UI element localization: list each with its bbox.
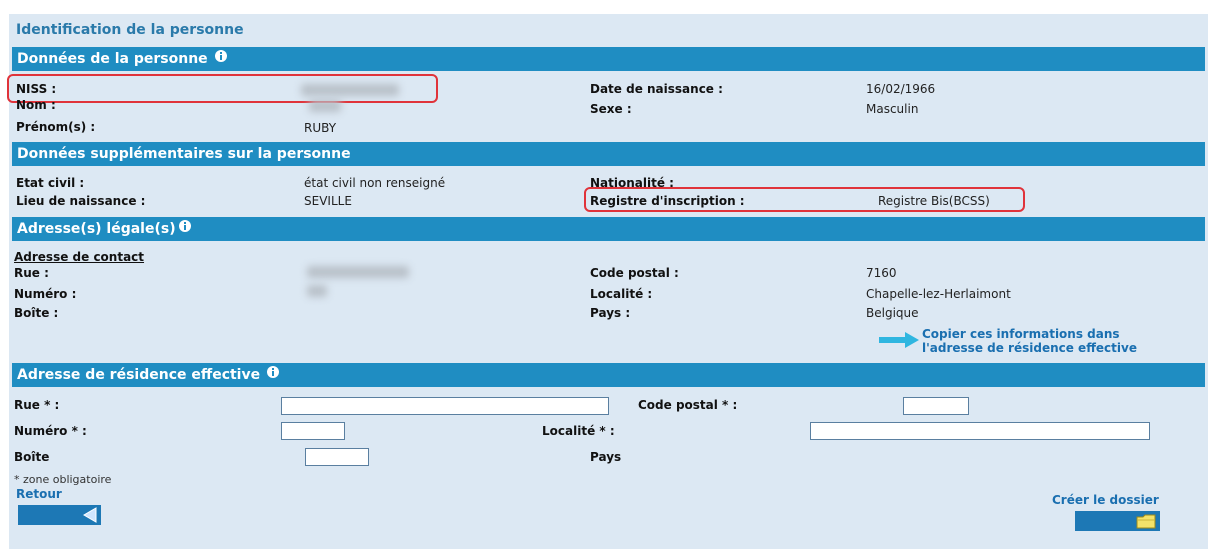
residence-code-postal-label: Code postal * : — [638, 398, 738, 412]
numero-input[interactable] — [281, 422, 345, 440]
prenom-value: RUBY — [304, 121, 337, 135]
pays-value: Belgique — [866, 306, 919, 320]
section-header-residence: Adresse de résidence effective — [12, 363, 1205, 387]
page-title: Identification de la personne — [16, 22, 244, 38]
code-postal-value: 7160 — [866, 266, 897, 280]
section-header-legal: Adresse(s) légale(s) — [12, 217, 1205, 241]
copy-address-link-line1: Copier ces informations dans — [922, 327, 1120, 341]
registre-highlight — [584, 187, 1025, 212]
residence-pays-label: Pays — [590, 450, 622, 464]
etat-civil-value: état civil non renseigné — [304, 176, 446, 190]
boite-label: Boîte : — [14, 306, 59, 320]
numero-label: Numéro : — [14, 287, 77, 301]
sexe-label: Sexe : — [590, 102, 632, 116]
prenom-label: Prénom(s) : — [16, 120, 96, 134]
folder-icon — [1136, 514, 1156, 529]
section-title-additional: Données supplémentaires sur la personne — [17, 146, 351, 162]
residence-localite-label: Localité * : — [542, 424, 615, 438]
numero-value-redacted — [307, 285, 327, 297]
nom-value-redacted — [309, 100, 341, 112]
residence-boite-label: Boîte — [14, 450, 50, 464]
lieu-naissance-label: Lieu de naissance : — [16, 194, 146, 208]
nom-label: Nom : — [16, 98, 56, 112]
triangle-left-icon — [83, 507, 97, 523]
arrow-right-icon — [879, 332, 919, 348]
boite-input[interactable] — [305, 448, 369, 466]
localite-value: Chapelle-lez-Herlaimont — [866, 287, 1011, 301]
sexe-value: Masculin — [866, 102, 919, 116]
rue-label: Rue : — [14, 266, 49, 280]
back-link[interactable]: Retour — [16, 487, 62, 501]
info-icon[interactable] — [178, 219, 192, 233]
section-title-residence: Adresse de résidence effective — [17, 367, 261, 383]
copy-address-link[interactable]: Copier ces informations dans l'adresse d… — [922, 327, 1137, 355]
lieu-naissance-value: SEVILLE — [304, 194, 352, 208]
section-title-person: Données de la personne — [17, 51, 208, 67]
niss-highlight — [7, 74, 438, 103]
rue-input[interactable] — [281, 397, 609, 415]
required-note: * zone obligatoire — [14, 473, 112, 486]
page-panel: Identification de la personne Données de… — [7, 14, 1208, 549]
localite-input[interactable] — [810, 422, 1150, 440]
contact-address-heading: Adresse de contact — [14, 250, 145, 264]
pays-label: Pays : — [590, 306, 631, 320]
localite-label: Localité : — [590, 287, 653, 301]
residence-numero-label: Numéro * : — [14, 424, 87, 438]
info-icon[interactable] — [214, 49, 228, 63]
dob-value: 16/02/1966 — [866, 82, 936, 96]
copy-address-link-line2: l'adresse de résidence effective — [922, 341, 1137, 355]
back-button[interactable] — [18, 505, 101, 525]
code-postal-label: Code postal : — [590, 266, 679, 280]
residence-rue-label: Rue * : — [14, 398, 60, 412]
info-icon[interactable] — [266, 365, 280, 379]
section-header-additional: Données supplémentaires sur la personne — [12, 142, 1205, 166]
section-header-person: Données de la personne — [12, 47, 1205, 71]
rue-value-redacted — [307, 266, 409, 278]
etat-civil-label: Etat civil : — [16, 176, 85, 190]
create-dossier-link[interactable]: Créer le dossier — [1052, 493, 1159, 507]
code-postal-input[interactable] — [903, 397, 969, 415]
create-dossier-button[interactable] — [1075, 511, 1160, 531]
dob-label: Date de naissance : — [590, 82, 723, 96]
section-title-legal: Adresse(s) légale(s) — [17, 221, 176, 237]
